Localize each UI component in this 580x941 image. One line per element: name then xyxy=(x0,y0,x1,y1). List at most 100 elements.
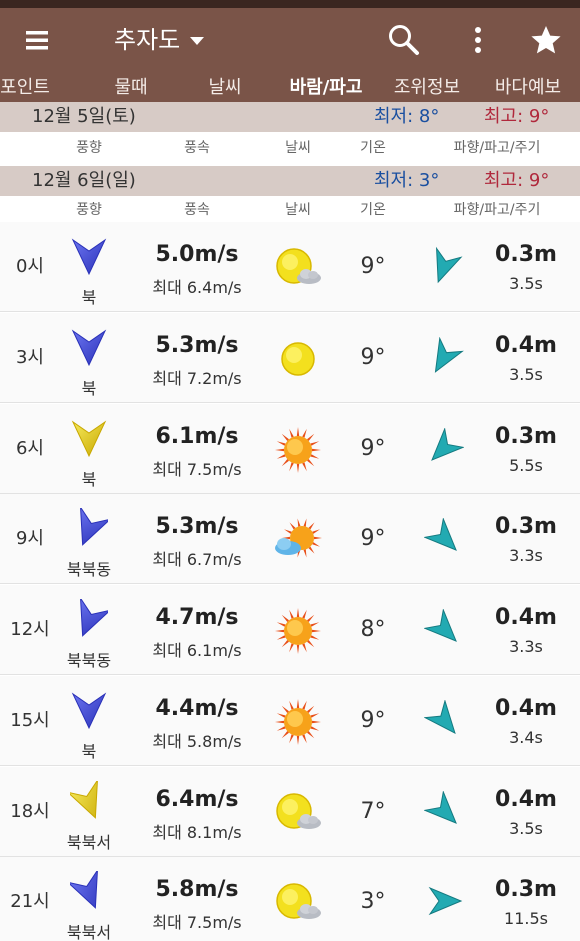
temperature: 9° xyxy=(360,526,386,552)
column-header-1: 풍향 풍속 날씨 기온 파향/파고/주기 xyxy=(0,136,580,160)
wind-speed: 4.4m/s xyxy=(155,695,239,721)
wind-gust: 최대 7.2m/s xyxy=(152,368,242,388)
day-date: 12월 5일(토) xyxy=(32,106,136,127)
temperature: 7° xyxy=(360,798,386,824)
day-max-temp: 최고: 9° xyxy=(484,106,550,127)
wind-speed: 5.8m/s xyxy=(155,877,239,903)
wind-speed: 5.3m/s xyxy=(155,332,239,358)
wave-direction-arrow-icon xyxy=(423,608,464,649)
temperature: 9° xyxy=(360,707,386,733)
wave-direction-arrow-icon xyxy=(424,426,465,468)
forecast-row: 0시 북 5.0m/s 최대 6.4m/s 9° 0.3m 3.5s xyxy=(0,222,580,312)
wind-direction: 북 xyxy=(81,741,97,761)
sunny-icon xyxy=(272,698,324,746)
wind-speed: 5.3m/s xyxy=(155,514,239,540)
wind-direction-arrow-icon xyxy=(70,505,112,550)
wind-gust: 최대 8.1m/s xyxy=(152,822,242,842)
forecast-row: 12시 북북동 4.7m/s 최대 6.1m/s 8° 0.4m 3.3s xyxy=(0,585,580,675)
wave-height: 0.3m xyxy=(495,242,557,267)
wind-direction: 북 xyxy=(81,378,97,398)
wave-height: 0.4m xyxy=(495,695,557,721)
forecast-row: 3시 북 5.3m/s 최대 7.2m/s 9° 0.4m 3.5s xyxy=(0,312,580,403)
forecast-row: 9시 북북동 5.3m/s 최대 6.7m/s 9° 0.3m 3.3s xyxy=(0,494,580,585)
wind-direction-arrow-icon xyxy=(70,596,112,641)
wave-height: 0.3m xyxy=(495,877,557,903)
location-title: 추자도 xyxy=(114,26,181,54)
wind-direction: 북북서 xyxy=(66,832,112,852)
wave-period: 3.5s xyxy=(509,818,543,838)
search-icon[interactable] xyxy=(386,22,422,58)
wave-direction-arrow-icon xyxy=(424,246,464,286)
clear-moon-icon xyxy=(272,335,324,383)
sunny-icon xyxy=(272,426,324,474)
partly-cloudy-icon xyxy=(272,244,324,292)
col-wave: 파향/파고/주기 xyxy=(453,202,541,218)
wind-gust: 최대 5.8m/s xyxy=(152,731,242,751)
partly-cloudy-icon xyxy=(272,789,324,837)
col-wind-speed: 풍속 xyxy=(184,140,210,156)
wind-direction-arrow-icon xyxy=(66,868,108,913)
col-weather: 날씨 xyxy=(285,140,311,156)
temperature: 9° xyxy=(360,435,386,461)
wave-direction-arrow-icon xyxy=(424,336,464,377)
wind-direction: 북북동 xyxy=(66,560,112,580)
day-min-temp: 최저: 8° xyxy=(374,106,440,127)
wind-direction-arrow-icon xyxy=(70,327,108,369)
wave-period: 3.4s xyxy=(509,727,543,747)
forecast-row: 21시 북북서 5.8m/s 최대 7.5m/s 3° 0.3m 11.5s xyxy=(0,857,580,941)
temperature: 3° xyxy=(360,889,386,915)
forecast-row: 6시 북 6.1m/s 최대 7.5m/s 9° 0.3m 5.5s xyxy=(0,403,580,494)
wave-direction-arrow-icon xyxy=(424,881,464,921)
wind-gust: 최대 6.1m/s xyxy=(152,641,242,660)
menu-icon[interactable] xyxy=(22,22,54,58)
col-temp: 기온 xyxy=(360,140,386,156)
wave-direction-arrow-icon xyxy=(423,789,464,831)
col-wind-speed: 풍속 xyxy=(184,202,210,218)
wind-direction: 북 xyxy=(81,288,97,307)
star-icon[interactable] xyxy=(528,22,564,58)
wind-direction: 북북동 xyxy=(66,651,112,670)
wind-speed: 5.0m/s xyxy=(155,242,239,267)
day-header-2: 12월 6일(일) 최저: 3° 최고: 9° xyxy=(0,166,580,196)
partly-cloudy-icon xyxy=(272,879,324,927)
sunny-icon xyxy=(272,607,324,655)
sun-cloud-icon xyxy=(272,516,324,564)
col-wind-dir: 풍향 xyxy=(76,202,102,218)
wave-height: 0.4m xyxy=(495,605,557,630)
col-temp: 기온 xyxy=(360,202,386,218)
wave-period: 3.5s xyxy=(509,274,543,293)
app-bar: 추자도 xyxy=(0,8,580,72)
wind-direction-arrow-icon xyxy=(66,777,108,823)
day-min-temp: 최저: 3° xyxy=(374,170,440,191)
temperature: 9° xyxy=(360,254,386,279)
wind-gust: 최대 6.7m/s xyxy=(152,550,242,570)
wind-direction-arrow-icon xyxy=(70,418,108,460)
wind-gust: 최대 7.5m/s xyxy=(152,459,242,479)
wave-height: 0.4m xyxy=(495,786,557,812)
wind-speed: 6.1m/s xyxy=(155,423,239,449)
wave-period: 3.5s xyxy=(509,364,543,384)
wind-direction-arrow-icon xyxy=(70,690,108,732)
temperature: 8° xyxy=(360,617,386,642)
wave-period: 3.3s xyxy=(509,637,543,656)
wind-direction: 북 xyxy=(81,469,97,489)
forecast-row: 18시 북북서 6.4m/s 최대 8.1m/s 7° 0.4m 3.5s xyxy=(0,766,580,857)
col-wind-dir: 풍향 xyxy=(76,140,102,156)
more-vert-icon[interactable] xyxy=(466,22,490,58)
wind-gust: 최대 7.5m/s xyxy=(152,913,242,933)
wind-direction: 북북서 xyxy=(66,923,112,941)
wave-height: 0.3m xyxy=(495,423,557,449)
wave-period: 3.3s xyxy=(509,546,543,566)
day-header-1: 12월 5일(토) 최저: 8° 최고: 9° xyxy=(0,102,580,132)
column-header-2: 풍향 풍속 날씨 기온 파향/파고/주기 xyxy=(0,198,580,222)
col-weather: 날씨 xyxy=(285,202,311,218)
forecast-row: 15시 북 4.4m/s 최대 5.8m/s 9° 0.4m 3.4s xyxy=(0,675,580,766)
day-max-temp: 최고: 9° xyxy=(484,170,550,191)
location-selector[interactable]: 추자도 xyxy=(114,22,205,58)
temperature: 9° xyxy=(360,344,386,370)
wind-direction-arrow-icon xyxy=(70,236,108,278)
wave-direction-arrow-icon xyxy=(423,517,464,558)
chevron-down-icon xyxy=(190,37,205,45)
wind-gust: 최대 6.4m/s xyxy=(152,278,242,297)
wave-period: 11.5s xyxy=(504,909,548,929)
